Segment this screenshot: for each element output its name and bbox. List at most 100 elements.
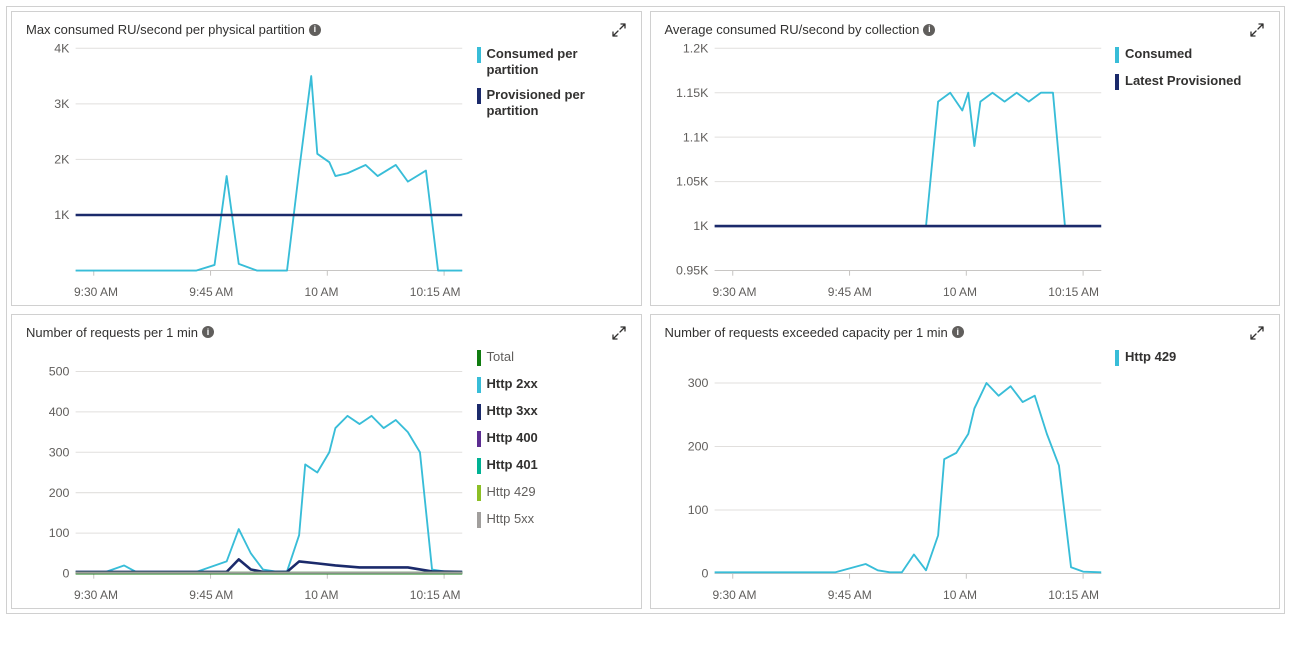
chart-svg: 0100200300400500 [26,343,471,586]
svg-text:0: 0 [701,567,708,581]
svg-text:1.15K: 1.15K [676,86,709,100]
panel-title: Number of requests exceeded capacity per… [665,325,964,340]
svg-text:2K: 2K [54,153,70,167]
chart-area: 1K 2K 3K 4K 9:30 AM 9:45 AM 10 AM 10:15 AM [26,40,471,299]
x-tick: 10 AM [943,588,977,602]
legend-swatch [477,47,481,63]
legend-swatch [477,88,481,104]
panel-max-consumed-ru: Max consumed RU/second per physical part… [11,11,642,306]
panel-header: Max consumed RU/second per physical part… [26,22,627,38]
x-axis-labels: 9:30 AM 9:45 AM 10 AM 10:15 AM [665,285,1110,299]
svg-text:1K: 1K [54,208,70,222]
legend-item[interactable]: Consumed [1115,46,1265,63]
svg-text:100: 100 [49,526,70,540]
x-tick: 9:30 AM [74,285,118,299]
svg-text:4K: 4K [54,41,70,55]
legend-label: Http 5xx [487,511,535,527]
legend-label: Total [487,349,514,365]
legend-item[interactable]: Http 5xx [477,511,627,528]
chart-area: 0100200300 9:30 AM 9:45 AM 10 AM 10:15 A… [665,343,1110,602]
x-tick: 9:30 AM [74,588,118,602]
x-tick: 9:45 AM [189,285,233,299]
dashboard-grid: Max consumed RU/second per physical part… [6,6,1285,614]
legend-swatch [477,512,481,528]
info-icon[interactable]: i [309,24,321,36]
legend-label: Http 3xx [487,403,538,419]
svg-text:300: 300 [687,376,708,390]
chart-svg: 0.95K 1K 1.05K 1.1K 1.15K 1.2K [665,40,1110,283]
expand-icon[interactable] [1249,22,1265,38]
legend-label: Http 429 [487,484,536,500]
legend-item[interactable]: Http 429 [477,484,627,501]
svg-text:3K: 3K [54,97,70,111]
chart-legend: Total Http 2xx Http 3xx Http 400 Http 401 Htt… [477,343,627,602]
x-tick: 10 AM [943,285,977,299]
legend-item[interactable]: Latest Provisioned [1115,73,1265,90]
panel-title: Number of requests per 1 min i [26,325,214,340]
panel-title-text: Number of requests per 1 min [26,325,198,340]
panel-body: 0100200300400500 9:30 AM 9:45 AM 10 AM 1… [26,343,627,602]
info-icon[interactable]: i [202,326,214,338]
svg-text:300: 300 [49,445,70,459]
panel-body: 1K2K3K4K 9:30 AM 9:45 AM 10 AM 10:15 AM … [26,40,627,299]
legend-item[interactable]: Http 401 [477,457,627,474]
svg-text:400: 400 [49,405,70,419]
svg-text:0: 0 [63,567,70,581]
x-tick: 10:15 AM [1048,285,1099,299]
panel-requests-exceeded: Number of requests exceeded capacity per… [650,314,1281,609]
legend-label: Latest Provisioned [1125,73,1241,89]
chart-svg: 1K 2K 3K 4K [26,40,471,283]
x-axis-labels: 9:30 AM 9:45 AM 10 AM 10:15 AM [665,588,1110,602]
legend-item[interactable]: Http 2xx [477,376,627,393]
legend-swatch [477,458,481,474]
panel-header: Average consumed RU/second by collection… [665,22,1266,38]
legend-item[interactable]: Consumed per partition [477,46,627,77]
legend-swatch [1115,350,1119,366]
legend-label: Consumed [1125,46,1192,62]
info-icon[interactable]: i [952,326,964,338]
svg-text:1.2K: 1.2K [682,41,708,55]
legend-item[interactable]: Total [477,349,627,366]
panel-title-text: Max consumed RU/second per physical part… [26,22,305,37]
svg-text:200: 200 [49,486,70,500]
svg-text:0.95K: 0.95K [676,264,709,278]
legend-item[interactable]: Http 429 [1115,349,1265,366]
legend-label: Http 429 [1125,349,1176,365]
expand-icon[interactable] [611,22,627,38]
svg-text:1K: 1K [693,219,709,233]
x-tick: 9:45 AM [828,588,872,602]
chart-legend: Http 429 [1115,343,1265,602]
panel-body: 0100200300 9:30 AM 9:45 AM 10 AM 10:15 A… [665,343,1266,602]
legend-swatch [1115,74,1119,90]
x-tick: 9:30 AM [713,285,757,299]
expand-icon[interactable] [611,325,627,341]
legend-item[interactable]: Http 400 [477,430,627,447]
legend-swatch [477,350,481,366]
svg-text:1.05K: 1.05K [676,175,709,189]
legend-label: Http 2xx [487,376,538,392]
x-tick: 9:30 AM [713,588,757,602]
svg-text:100: 100 [687,503,708,517]
svg-text:1.1K: 1.1K [682,130,708,144]
legend-label: Http 400 [487,430,538,446]
expand-icon[interactable] [1249,325,1265,341]
legend-swatch [1115,47,1119,63]
info-icon[interactable]: i [923,24,935,36]
x-tick: 10:15 AM [410,588,461,602]
x-tick: 10:15 AM [1048,588,1099,602]
legend-item[interactable]: Http 3xx [477,403,627,420]
panel-title-text: Number of requests exceeded capacity per… [665,325,948,340]
panel-title: Average consumed RU/second by collection… [665,22,936,37]
x-tick: 10 AM [305,285,339,299]
legend-item[interactable]: Provisioned per partition [477,87,627,118]
panel-title: Max consumed RU/second per physical part… [26,22,321,37]
chart-svg: 0100200300 [665,343,1110,586]
x-axis-labels: 9:30 AM 9:45 AM 10 AM 10:15 AM [26,285,471,299]
chart-legend: Consumed Latest Provisioned [1115,40,1265,299]
legend-swatch [477,404,481,420]
x-tick: 9:45 AM [828,285,872,299]
panel-header: Number of requests per 1 min i [26,325,627,341]
legend-swatch [477,431,481,447]
legend-label: Consumed per partition [487,46,627,77]
panel-body: 0.95K 1K 1.05K 1.1K 1.15K 1.2K 9:30 AM 9:45 A… [665,40,1266,299]
